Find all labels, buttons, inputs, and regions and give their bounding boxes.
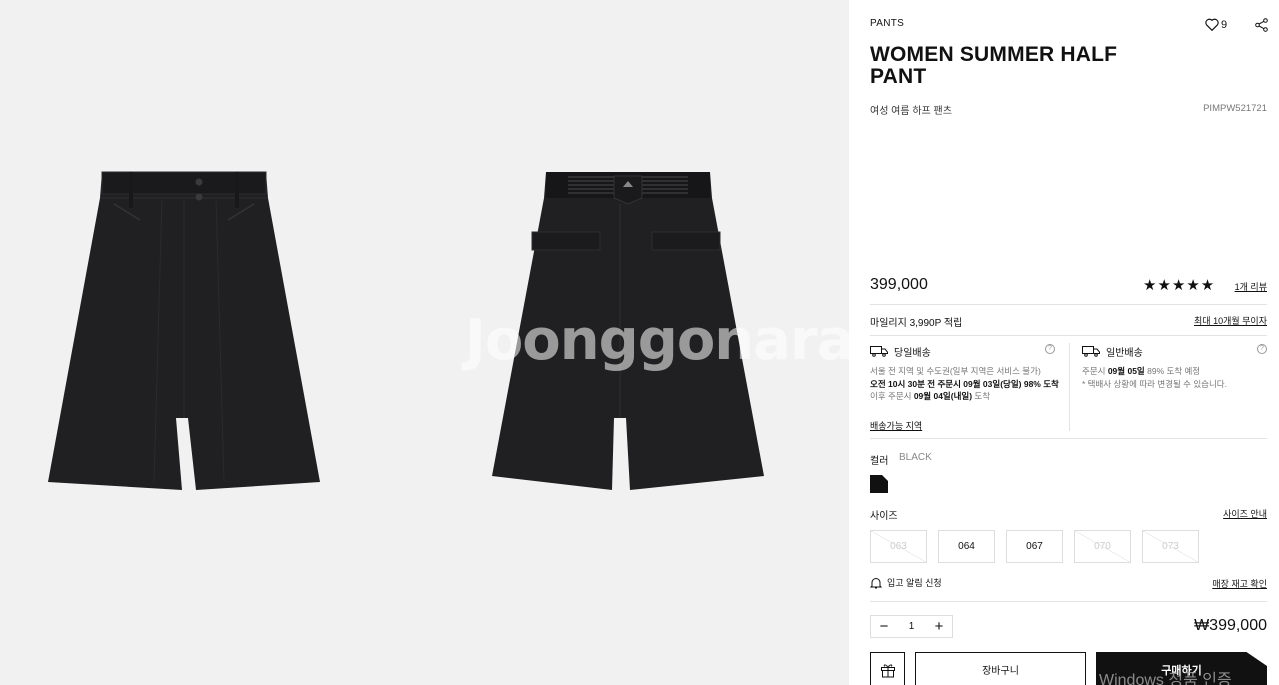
- shipping-area-link[interactable]: 배송가능 지역: [870, 419, 922, 432]
- help-icon[interactable]: ?: [1045, 344, 1055, 354]
- quantity-value[interactable]: 1: [909, 621, 915, 632]
- mileage-text: 마일리지 3,990P 적립: [870, 318, 963, 329]
- restock-alert-button[interactable]: 입고 알림 신청: [870, 576, 942, 589]
- product-category: PANTS: [870, 18, 905, 29]
- standard-shipping: 일반배송 ? 주문시 09월 05일 89% 도착 예정 * 택배사 상황에 따…: [1082, 344, 1268, 390]
- product-price: 399,000: [870, 276, 928, 293]
- standard-line1-a: 주문시: [1082, 366, 1108, 376]
- gift-button[interactable]: [870, 652, 905, 685]
- same-day-shipping: 당일배송 ? 서울 전 지역 및 수도권(일부 지역은 서비스 불가) 오전 1…: [870, 344, 1060, 403]
- size-option-064[interactable]: 064: [938, 530, 995, 563]
- gift-icon: [880, 663, 895, 677]
- divider: [870, 438, 1267, 439]
- size-option-063[interactable]: 063: [870, 530, 927, 563]
- color-value: BLACK: [899, 452, 932, 463]
- standard-title: 일반배송: [1106, 348, 1143, 359]
- size-option-073[interactable]: 073: [1142, 530, 1199, 563]
- product-title: WOMEN SUMMER HALF PANT: [870, 43, 1118, 88]
- quantity-decrease-button[interactable]: −: [877, 619, 891, 634]
- size-label: 사이즈: [870, 511, 898, 522]
- product-gallery: Joonggonara: [0, 0, 849, 685]
- divider: [870, 304, 1267, 305]
- add-to-cart-button[interactable]: 장바구니: [915, 652, 1086, 685]
- wishlist-button[interactable]: 9: [1205, 18, 1227, 31]
- standard-line2: * 택배사 상황에 따라 변경될 수 있습니다.: [1082, 378, 1227, 389]
- product-info-panel: PANTS 9 WOMEN SUMMER HALF PANT 여성 여름 하프 …: [849, 0, 1279, 685]
- windows-activation-overlay: Windows 정품 인증: [1099, 672, 1232, 685]
- store-stock-link[interactable]: 매장 재고 확인: [1212, 577, 1267, 590]
- size-options: 063 064 067 070 073: [870, 530, 1199, 563]
- size-option-070[interactable]: 070: [1074, 530, 1131, 563]
- total-price: ₩399,000: [1194, 617, 1267, 634]
- quantity-increase-button[interactable]: +: [932, 619, 946, 634]
- same-day-line2: 오전 10시 30분 전 주문시 09월 03일(당일) 98% 도착: [870, 378, 1059, 389]
- product-subtitle: 여성 여름 하프 팬츠: [870, 106, 952, 117]
- standard-line1-b: 09월 05일: [1107, 366, 1145, 376]
- same-day-line3-a: 이후 주문시: [870, 391, 914, 401]
- size-guide-link[interactable]: 사이즈 안내: [1223, 507, 1267, 520]
- same-day-title: 당일배송: [894, 348, 931, 359]
- vertical-divider: [1069, 343, 1070, 431]
- standard-line1-c: 89% 도착 예정: [1144, 366, 1201, 376]
- bell-icon: [870, 577, 882, 588]
- installment-link[interactable]: 최대 10개월 무이자: [1194, 314, 1267, 327]
- watermark-text: Joonggonara: [465, 308, 849, 373]
- review-link[interactable]: 1개 리뷰: [1235, 280, 1267, 293]
- heart-icon: [1205, 18, 1219, 31]
- divider: [870, 601, 1267, 602]
- divider: [870, 335, 1267, 336]
- size-option-067[interactable]: 067: [1006, 530, 1063, 563]
- product-image-front[interactable]: [44, 168, 324, 494]
- color-swatch-black[interactable]: [870, 475, 888, 493]
- same-day-line3-c: 도착: [972, 391, 991, 401]
- share-icon: [1255, 18, 1268, 32]
- wishlist-count: 9: [1221, 18, 1228, 31]
- restock-label: 입고 알림 신청: [887, 578, 942, 588]
- same-day-line1: 서울 전 지역 및 수도권(일부 지역은 서비스 불가): [870, 366, 1041, 376]
- color-label: 컬러: [870, 456, 889, 467]
- product-code: PIMPW521721: [1203, 103, 1267, 114]
- truck-icon: [1082, 346, 1100, 357]
- truck-icon: [870, 346, 888, 357]
- help-icon[interactable]: ?: [1257, 344, 1267, 354]
- same-day-line3-b: 09월 04일(내일): [913, 391, 973, 401]
- rating-stars: ★★★★★: [1143, 277, 1216, 294]
- share-button[interactable]: [1255, 18, 1268, 37]
- quantity-stepper: − 1 +: [870, 615, 953, 638]
